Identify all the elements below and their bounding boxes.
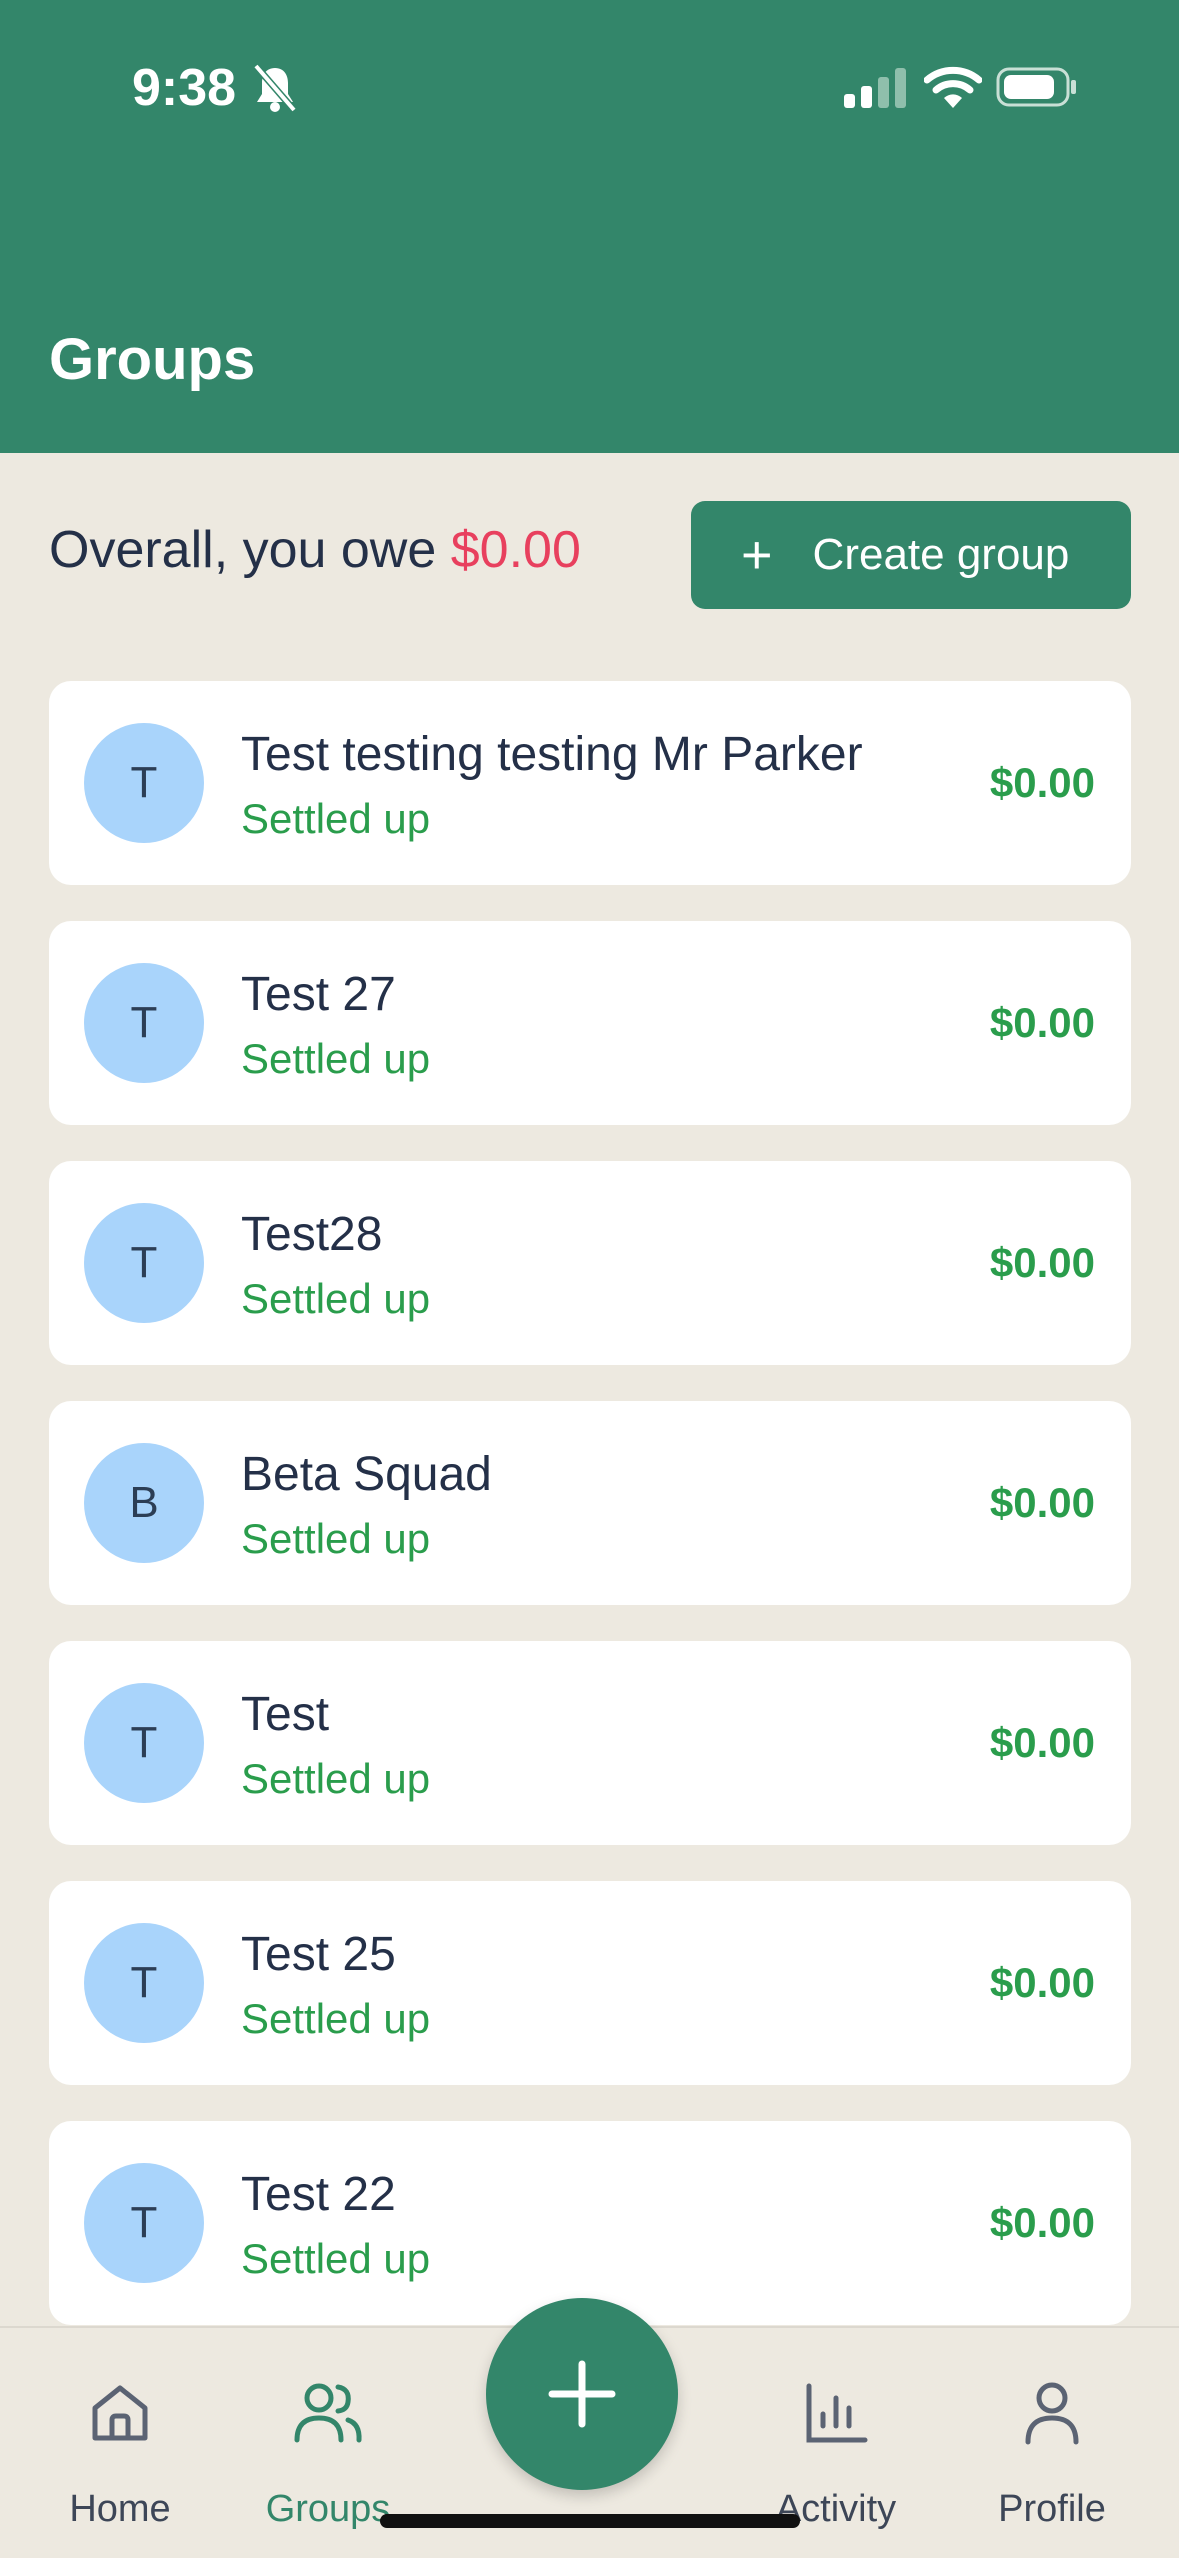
group-status: Settled up	[241, 795, 431, 842]
group-balance: $0.00	[989, 1479, 1095, 1526]
group-balance: $0.00	[989, 999, 1095, 1046]
group-balance: $0.00	[989, 759, 1095, 806]
group-name: Test 25	[241, 1928, 396, 1981]
group-card[interactable]: T Test28 Settled up $0.00	[49, 1161, 1131, 1365]
users-icon	[294, 2383, 362, 2443]
group-avatar: B	[84, 1443, 204, 1563]
add-expense-button[interactable]	[486, 2298, 678, 2490]
group-name: Test28	[241, 1208, 383, 1261]
group-balance: $0.00	[989, 1959, 1095, 2006]
group-avatar: T	[84, 2163, 204, 2283]
group-name: Test 27	[241, 968, 396, 1021]
group-name: Test 22	[241, 2168, 396, 2221]
create-group-label: Create group	[812, 530, 1070, 579]
home-indicator[interactable]	[380, 2514, 800, 2528]
group-card[interactable]: T Test 27 Settled up $0.00	[49, 921, 1131, 1125]
plus-icon	[548, 2360, 616, 2428]
tab-profile-label: Profile	[998, 2488, 1106, 2530]
overall-balance: Overall, you owe $0.00	[49, 520, 581, 580]
status-time: 9:38	[132, 59, 237, 117]
group-card[interactable]: T Test 25 Settled up $0.00	[49, 1881, 1131, 2085]
group-avatar: T	[84, 963, 204, 1083]
group-name: Test	[241, 1688, 330, 1741]
group-card[interactable]: T Test Settled up $0.00	[49, 1641, 1131, 1845]
group-card[interactable]: T Test testing testing Mr Parker Settled…	[49, 681, 1131, 885]
bell-muted-icon	[253, 63, 297, 113]
plus-icon: +	[741, 525, 773, 585]
page-title: Groups	[49, 327, 256, 392]
create-group-button[interactable]: + Create group	[691, 501, 1131, 609]
tab-home[interactable]: Home	[20, 2328, 220, 2558]
tab-profile[interactable]: Profile	[952, 2328, 1152, 2558]
group-avatar: T	[84, 1683, 204, 1803]
group-card[interactable]: T Test 22 Settled up $0.00	[49, 2121, 1131, 2325]
home-icon	[92, 2385, 148, 2441]
group-status: Settled up	[241, 1035, 431, 1082]
app-header: 9:38 Groups	[0, 0, 1179, 453]
group-name: Test testing testing Mr Parker	[241, 728, 863, 781]
group-name: Beta Squad	[241, 1448, 492, 1501]
battery-icon	[996, 67, 1076, 107]
group-status: Settled up	[241, 1995, 431, 2042]
group-card[interactable]: B Beta Squad Settled up $0.00	[49, 1401, 1131, 1605]
group-balance: $0.00	[989, 2199, 1095, 2246]
user-icon	[1025, 2382, 1079, 2445]
group-balance: $0.00	[989, 1239, 1095, 1286]
wifi-icon	[924, 66, 982, 108]
group-avatar: T	[84, 1923, 204, 2043]
group-avatar: T	[84, 723, 204, 843]
group-status: Settled up	[241, 1275, 431, 1322]
overall-balance-amount: $0.00	[450, 521, 581, 579]
bar-chart-icon	[806, 2383, 868, 2443]
signal-icon	[844, 68, 906, 108]
group-avatar: T	[84, 1203, 204, 1323]
group-status: Settled up	[241, 1515, 431, 1562]
group-balance: $0.00	[989, 1719, 1095, 1766]
group-status: Settled up	[241, 1755, 431, 1802]
overall-balance-label: Overall, you owe	[49, 521, 451, 579]
group-status: Settled up	[241, 2235, 431, 2282]
tab-home-label: Home	[69, 2488, 171, 2530]
